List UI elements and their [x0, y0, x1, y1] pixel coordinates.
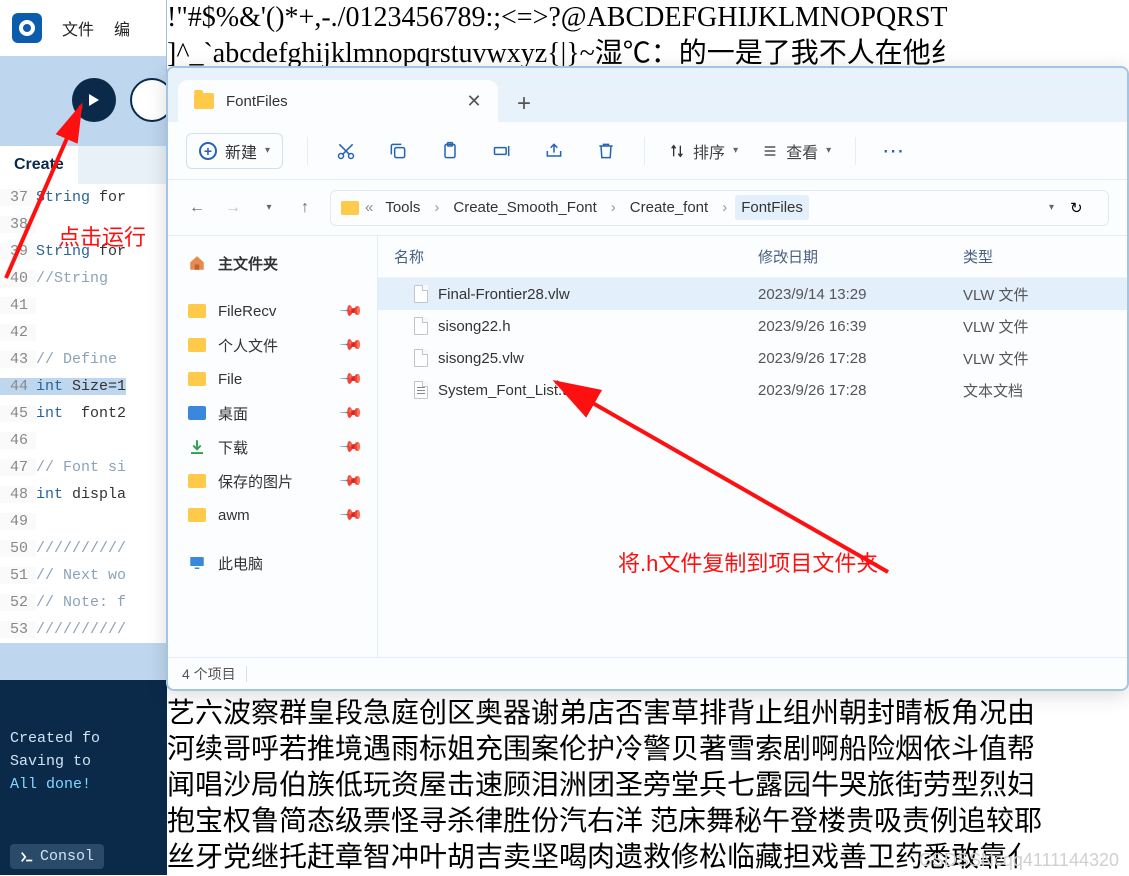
folder-icon: [188, 508, 206, 522]
rename-button[interactable]: [488, 137, 516, 165]
console-output: Saving to: [10, 753, 157, 770]
sidebar-item-awm[interactable]: awm📌: [174, 498, 371, 532]
share-button[interactable]: [540, 137, 568, 165]
menu-file[interactable]: 文件: [62, 16, 94, 40]
explorer-tabs: FontFiles ✕ +: [168, 68, 1127, 122]
nav-back[interactable]: ←: [186, 197, 208, 219]
folder-icon: [188, 372, 206, 386]
glyph-preview-top: !"#$%&'()*+,-./0123456789:;<=>?@ABCDEFGH…: [167, 0, 959, 72]
folder-icon: [188, 304, 206, 318]
explorer-tab-title: FontFiles: [226, 93, 288, 110]
new-button[interactable]: + 新建 ▾: [186, 133, 283, 169]
copy-button[interactable]: [384, 137, 412, 165]
explorer-toolbar: + 新建 ▾ 排序 ▾ 查看 ▾ ⋯: [168, 122, 1127, 180]
processing-logo: [12, 13, 42, 43]
status-bar: 4 个项目: [168, 657, 1127, 689]
new-tab-button[interactable]: +: [506, 86, 542, 122]
sidebar-item-downloads[interactable]: 下载📌: [174, 430, 371, 464]
sidebar: 主文件夹 FileRecv📌 个人文件📌 File📌 桌面📌 下载📌 保存的图片…: [168, 236, 378, 657]
column-type[interactable]: 类型: [963, 246, 1113, 267]
close-tab-button[interactable]: ✕: [466, 93, 482, 109]
file-row[interactable]: Final-Frontier28.vlw2023/9/14 13:29VLW 文…: [378, 278, 1127, 310]
folder-icon: [188, 338, 206, 352]
pin-icon: 📌: [339, 332, 365, 358]
breadcrumb-bar[interactable]: « Tools › Create_Smooth_Font › Create_fo…: [330, 190, 1109, 226]
pin-icon: 📌: [339, 400, 365, 426]
file-explorer: FontFiles ✕ + + 新建 ▾ 排序 ▾ 查看 ▾ ⋯: [166, 66, 1129, 691]
menu-edit[interactable]: 编: [114, 16, 130, 40]
annotation-run-arrow: [0, 88, 106, 288]
file-icon: [414, 381, 428, 399]
annotation-run-label: 点击运行: [58, 220, 146, 252]
column-name[interactable]: 名称: [378, 246, 758, 267]
console-output: Created fo: [10, 730, 157, 747]
pin-icon: 📌: [339, 468, 365, 494]
breadcrumb-item-current[interactable]: FontFiles: [735, 195, 809, 220]
paste-button[interactable]: [436, 137, 464, 165]
folder-icon: [188, 474, 206, 488]
refresh-button[interactable]: ↻: [1070, 199, 1098, 217]
nav-recent[interactable]: ▾: [258, 197, 280, 219]
ide-console: Created fo Saving to All done! Consol: [0, 680, 167, 875]
file-list-panel: 名称 ˄ 修改日期 类型 Final-Frontier28.vlw2023/9/…: [378, 236, 1127, 657]
sidebar-item-personal[interactable]: 个人文件📌: [174, 328, 371, 362]
explorer-nav: ← → ▾ ↑ « Tools › Create_Smooth_Font › C…: [168, 180, 1127, 236]
console-tab[interactable]: Consol: [10, 844, 104, 869]
file-row[interactable]: sisong22.h2023/9/26 16:39VLW 文件: [378, 310, 1127, 342]
file-row[interactable]: sisong25.vlw2023/9/26 17:28VLW 文件: [378, 342, 1127, 374]
watermark: CSDSSNcqq4111144320: [919, 850, 1119, 871]
column-headers: 名称 ˄ 修改日期 类型: [378, 236, 1127, 278]
sidebar-this-pc[interactable]: 此电脑: [174, 546, 371, 580]
explorer-tab-fontfiles[interactable]: FontFiles ✕: [178, 80, 498, 122]
file-icon: [414, 285, 428, 303]
nav-up[interactable]: ↑: [294, 197, 316, 219]
desktop-icon: [188, 406, 206, 420]
folder-icon: [194, 93, 214, 109]
pin-icon: 📌: [339, 366, 365, 392]
breadcrumb-expand[interactable]: ▾: [1049, 202, 1054, 213]
sidebar-item-pictures[interactable]: 保存的图片📌: [174, 464, 371, 498]
nav-forward[interactable]: →: [222, 197, 244, 219]
sidebar-item-file[interactable]: File📌: [174, 362, 371, 396]
sidebar-home[interactable]: 主文件夹: [174, 246, 371, 280]
file-icon: [414, 317, 428, 335]
breadcrumb-item[interactable]: Create_font: [624, 195, 714, 220]
annotation-copy-arrow: [538, 372, 898, 582]
cut-button[interactable]: [332, 137, 360, 165]
sidebar-item-desktop[interactable]: 桌面📌: [174, 396, 371, 430]
console-output-done: All done!: [10, 776, 157, 793]
ide-menubar: 文件 编: [0, 0, 166, 56]
pin-icon: 📌: [339, 298, 365, 324]
pin-icon: 📌: [339, 502, 365, 528]
breadcrumb-item[interactable]: Tools: [379, 195, 426, 220]
view-button[interactable]: 查看 ▾: [762, 139, 831, 163]
sort-button[interactable]: 排序 ▾: [669, 139, 738, 163]
delete-button[interactable]: [592, 137, 620, 165]
sidebar-item-filerecv[interactable]: FileRecv📌: [174, 294, 371, 328]
plus-icon: +: [199, 142, 217, 160]
file-icon: [414, 349, 428, 367]
breadcrumb-item[interactable]: Create_Smooth_Font: [447, 195, 602, 220]
folder-icon: [341, 201, 359, 215]
glyph-preview-bottom: 艺六波察群皇段急庭创区奥器谢弟店否害草排背止组州朝封睛板角况由 河续哥呼若推境遇…: [167, 696, 1042, 876]
more-button[interactable]: ⋯: [880, 137, 908, 165]
pin-icon: 📌: [339, 434, 365, 460]
sort-indicator-icon: ˄: [783, 251, 789, 262]
